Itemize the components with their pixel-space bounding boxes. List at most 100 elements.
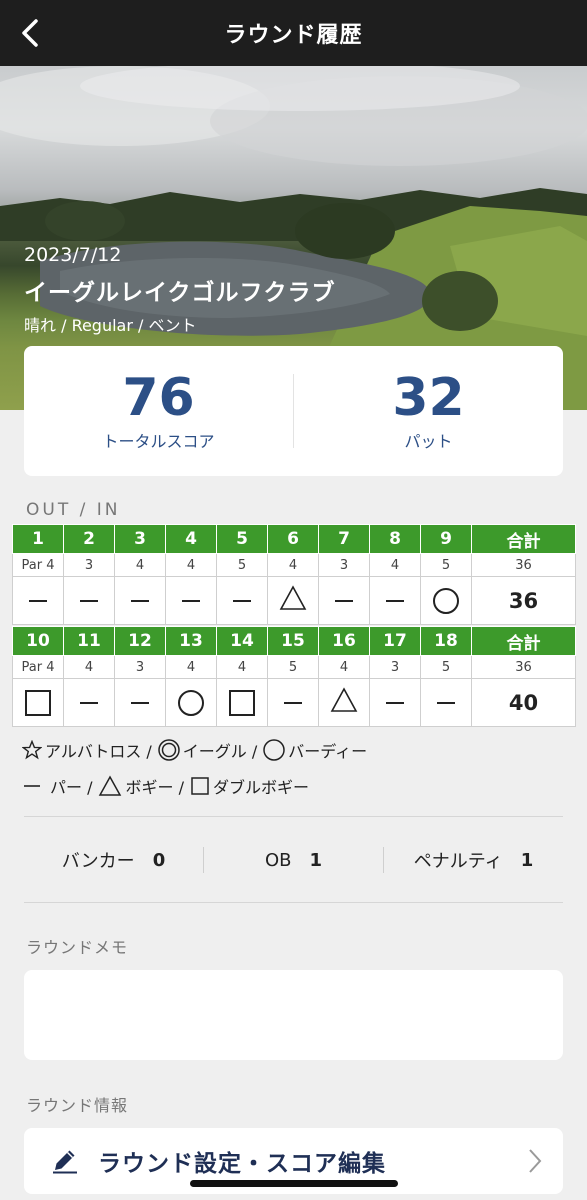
hole-number-cell: 5 [216,524,268,554]
result-cell[interactable] [216,678,268,727]
total-score-label: トータルスコア [102,432,215,451]
hole-number-cell: 14 [216,626,268,656]
hole-number-cell: 16 [318,626,370,656]
scorecard-out-table: 1 2 3 4 5 6 7 8 9 合計 Par 4 3 4 4 5 4 3 4 5 36 36 [12,524,576,625]
par-cell: 4 [216,655,268,679]
par-total-cell: 36 [471,655,576,679]
back-button[interactable] [8,10,52,56]
hole-number-cell: 1 [12,524,64,554]
result-row: 36 [12,576,576,625]
legend-albatross-label: アルバトロス / [45,742,152,761]
round-conditions: 晴れ / Regular / ベント [24,316,197,335]
par-mark-icon [386,600,404,602]
legend-bogey: ボギー / [98,774,184,798]
result-cell[interactable] [12,576,64,625]
dash-icon [22,776,42,796]
result-cell[interactable] [165,678,217,727]
legend-eagle: イーグル / [158,738,257,762]
double-bogey-mark-icon [25,689,51,716]
result-cell[interactable] [216,576,268,625]
home-indicator [190,1180,398,1187]
ob-value: 1 [309,849,323,871]
par-mark-icon [80,702,98,704]
par-mark-icon [335,600,353,602]
result-cell[interactable] [12,678,64,727]
result-cell[interactable] [318,678,370,727]
par-mark-icon [131,600,149,602]
divider [24,816,563,817]
circle-icon [263,739,286,761]
result-cell[interactable] [267,576,319,625]
result-cell[interactable] [63,678,115,727]
par-mark-icon [284,702,302,704]
hole-number-cell: 8 [369,524,421,554]
par-mark-icon [29,600,47,602]
scorecard-in-table: 10 11 12 13 14 15 16 17 18 合計 Par 4 4 3 4 4 5 4 3 5 36 40 [12,626,576,727]
legend-row-2: パー / ボギー / ダブルボギー [22,774,315,798]
hole-number-cell: 6 [267,524,319,554]
hole-number-cell: 18 [420,626,472,656]
result-cell[interactable] [369,576,421,625]
bunker-stat: バンカー 0 [24,847,203,873]
info-section-label: ラウンド情報 [26,1096,129,1115]
penalty-value: 1 [520,849,534,871]
hole-number-row: 1 2 3 4 5 6 7 8 9 合計 [12,524,576,554]
top-bar: ラウンド履歴 [0,0,587,66]
par-cell: 5 [216,553,268,577]
putts-label: パット [404,432,453,451]
par-mark-icon [131,702,149,704]
pencil-icon [50,1145,80,1179]
birdie-mark-icon [178,689,204,716]
par-cell: 4 [318,655,370,679]
total-header-cell: 合計 [471,626,576,656]
par-cell: Par 4 [12,553,64,577]
memo-section-label: ラウンドメモ [26,938,129,957]
divider [24,902,563,903]
par-row: Par 4 3 4 4 5 4 3 4 5 36 [12,553,576,577]
result-cell[interactable] [267,678,319,727]
bogey-mark-icon [279,584,307,617]
par-cell: 3 [114,655,166,679]
round-memo-text [24,970,563,998]
result-cell[interactable] [114,678,166,727]
par-cell: 3 [318,553,370,577]
result-cell[interactable] [165,576,217,625]
legend-double-bogey-label: ダブルボギー [212,778,309,797]
par-total-cell: 36 [471,553,576,577]
legend-par: パー / [22,774,92,798]
par-mark-icon [182,600,200,602]
total-score-value: 76 [122,368,195,428]
par-mark-icon [437,702,455,704]
par-cell: 5 [420,553,472,577]
result-cell[interactable] [114,576,166,625]
result-cell[interactable] [420,678,472,727]
hole-number-cell: 4 [165,524,217,554]
par-cell: 4 [165,655,217,679]
legend-birdie-label: バーディー [288,742,368,761]
total-score-block: 76 トータルスコア [24,370,293,452]
result-cell[interactable] [420,576,472,625]
double-circle-icon [158,739,180,761]
hole-number-cell: 3 [114,524,166,554]
round-memo-box[interactable] [24,970,563,1060]
par-mark-icon [386,702,404,704]
legend-par-label: パー / [50,778,93,797]
hole-number-cell: 9 [420,524,472,554]
page-title: ラウンド履歴 [224,23,363,48]
hole-number-cell: 12 [114,626,166,656]
result-cell[interactable] [318,576,370,625]
legend-row-1: アルバトロス / イーグル / バーディー [22,738,373,762]
result-cell[interactable] [63,576,115,625]
result-cell[interactable] [369,678,421,727]
hole-number-cell: 13 [165,626,217,656]
score-total-cell: 40 [471,678,576,727]
bunker-label: バンカー [61,851,135,872]
round-stats: バンカー 0 OB 1 ペナルティ 1 [24,838,563,882]
par-cell: 3 [369,655,421,679]
round-date: 2023/7/12 [24,244,122,266]
par-mark-icon [233,600,251,602]
putts-value: 32 [392,368,465,428]
penalty-label: ペナルティ [413,851,503,872]
star-icon [22,740,42,760]
par-cell: 5 [420,655,472,679]
